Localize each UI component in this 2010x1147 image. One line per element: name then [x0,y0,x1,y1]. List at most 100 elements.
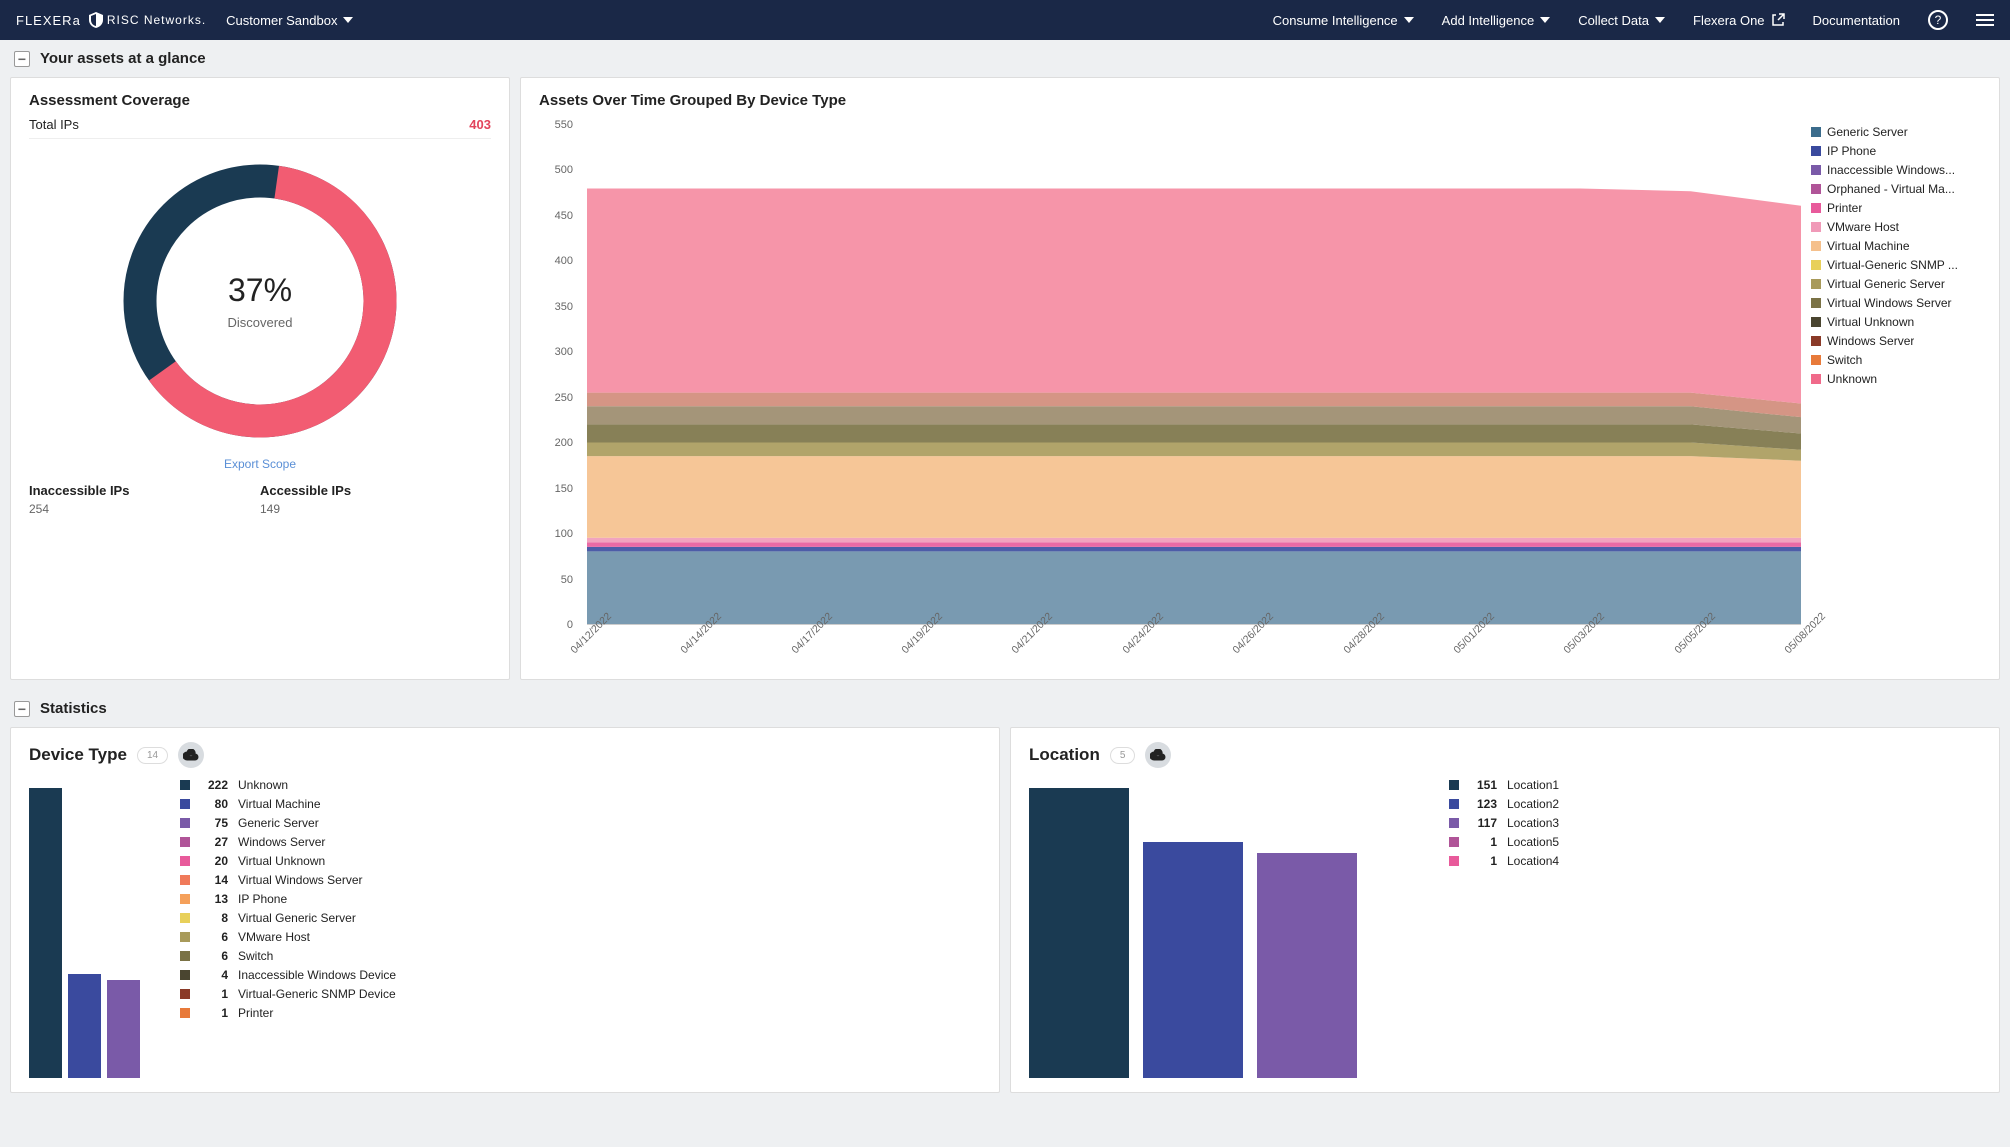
nav-consume-intelligence[interactable]: Consume Intelligence [1273,13,1414,28]
section-statistics: − Statistics [0,690,2010,727]
legend-swatch [180,799,190,809]
external-link-icon [1771,13,1785,27]
bar[interactable] [29,788,62,1078]
legend-item[interactable]: Unknown [1811,372,1981,386]
donut-discovered: Discovered [227,315,292,330]
y-tick: 50 [561,574,573,586]
device-type-card: Device Type 14 222Unknown80Virtual Machi… [10,727,1000,1093]
device-type-bars[interactable] [29,778,140,1078]
legend-swatch [1811,127,1821,137]
legend-swatch [180,932,190,942]
location-bars[interactable] [1029,778,1409,1078]
legend-item[interactable]: VMware Host [1811,220,1981,234]
legend-item[interactable]: 13IP Phone [180,892,981,906]
legend-swatch [1811,355,1821,365]
bar[interactable] [1143,842,1243,1078]
help-icon: ? [1928,10,1948,30]
y-tick: 100 [555,528,573,540]
legend-swatch [1811,317,1821,327]
legend-swatch [180,970,190,980]
bar[interactable] [68,974,101,1079]
legend-item[interactable]: 222Unknown [180,778,981,792]
download-button[interactable] [1145,742,1171,768]
nav-add-intelligence[interactable]: Add Intelligence [1442,13,1551,28]
logo[interactable]: FLEXERa RISC Networks. [16,12,206,28]
cloud-download-icon [1150,749,1166,761]
nav-documentation[interactable]: Documentation [1813,13,1900,28]
sandbox-dropdown[interactable]: Customer Sandbox [226,13,353,28]
legend-item[interactable]: Virtual Windows Server [1811,296,1981,310]
nav-flexera-one[interactable]: Flexera One [1693,13,1785,28]
chevron-down-icon [1540,17,1550,23]
legend-item[interactable]: 1Location5 [1449,835,1981,849]
legend-item[interactable]: 8Virtual Generic Server [180,911,981,925]
menu-button[interactable] [1976,14,1994,26]
legend-swatch [180,837,190,847]
legend-swatch [1811,146,1821,156]
legend-swatch [1811,203,1821,213]
legend-item[interactable]: Switch [1811,353,1981,367]
y-tick: 400 [555,255,573,267]
aot-chart[interactable]: 050100150200250300350400450500550 04/12/… [539,125,1801,665]
topbar-right: Consume Intelligence Add Intelligence Coll… [1273,10,1994,30]
ip-columns: Inaccessible IPs 254 Accessible IPs 149 [29,483,491,516]
legend-swatch [180,875,190,885]
legend-item[interactable]: 1Location4 [1449,854,1981,868]
legend-swatch [180,856,190,866]
legend-swatch [1811,184,1821,194]
legend-swatch [180,780,190,790]
legend-item[interactable]: 1Printer [180,1006,981,1020]
legend-item[interactable]: 27Windows Server [180,835,981,849]
legend-item[interactable]: 20Virtual Unknown [180,854,981,868]
logo-flexera: FLEXERa [16,13,81,28]
legend-item[interactable]: 4Inaccessible Windows Device [180,968,981,982]
legend-item[interactable]: Windows Server [1811,334,1981,348]
coverage-donut[interactable]: 37% Discovered [29,151,491,451]
nav-collect-data[interactable]: Collect Data [1578,13,1665,28]
total-ips-label: Total IPs [29,117,79,132]
legend-item[interactable]: 14Virtual Windows Server [180,873,981,887]
y-tick: 150 [555,483,573,495]
y-tick: 300 [555,346,573,358]
legend-item[interactable]: Virtual-Generic SNMP ... [1811,258,1981,272]
legend-item[interactable]: 123Location2 [1449,797,1981,811]
bar[interactable] [1257,853,1357,1078]
legend-item[interactable]: 117Location3 [1449,816,1981,830]
collapse-button[interactable]: − [14,701,30,717]
location-card: Location 5 151Location1123Location2117Lo… [1010,727,2000,1093]
logo-risc: RISC Networks. [89,12,206,28]
legend-swatch [180,818,190,828]
legend-item[interactable]: 80Virtual Machine [180,797,981,811]
legend-item[interactable]: 6VMware Host [180,930,981,944]
bar[interactable] [107,980,140,1078]
collapse-button[interactable]: − [14,51,30,67]
legend-item[interactable]: Virtual Machine [1811,239,1981,253]
legend-item[interactable]: 75Generic Server [180,816,981,830]
chevron-down-icon [343,17,353,23]
bar[interactable] [1029,788,1129,1078]
help-button[interactable]: ? [1928,10,1948,30]
legend-item[interactable]: Printer [1811,201,1981,215]
legend-swatch [1449,856,1459,866]
y-tick: 250 [555,392,573,404]
export-scope-link[interactable]: Export Scope [29,457,491,471]
legend-swatch [180,951,190,961]
topbar: FLEXERa RISC Networks. Customer Sandbox … [0,0,2010,40]
legend-swatch [180,989,190,999]
legend-item[interactable]: Virtual Generic Server [1811,277,1981,291]
legend-item[interactable]: 151Location1 [1449,778,1981,792]
location-legend: 151Location1 123Location2 117Location3 1Loc… [1449,778,1981,1078]
legend-item[interactable]: Virtual Unknown [1811,315,1981,329]
legend-item[interactable]: 6Switch [180,949,981,963]
donut-center: 37% Discovered [227,272,292,330]
legend-item[interactable]: 1Virtual-Generic SNMP Device [180,987,981,1001]
location-title: Location [1029,745,1100,765]
legend-item[interactable]: Orphaned - Virtual Ma... [1811,182,1981,196]
legend-item[interactable]: Inaccessible Windows... [1811,163,1981,177]
legend-swatch [180,913,190,923]
legend-item[interactable]: Generic Server [1811,125,1981,139]
chevron-down-icon [1655,17,1665,23]
legend-item[interactable]: IP Phone [1811,144,1981,158]
download-button[interactable] [178,742,204,768]
donut-percent: 37% [227,272,292,309]
